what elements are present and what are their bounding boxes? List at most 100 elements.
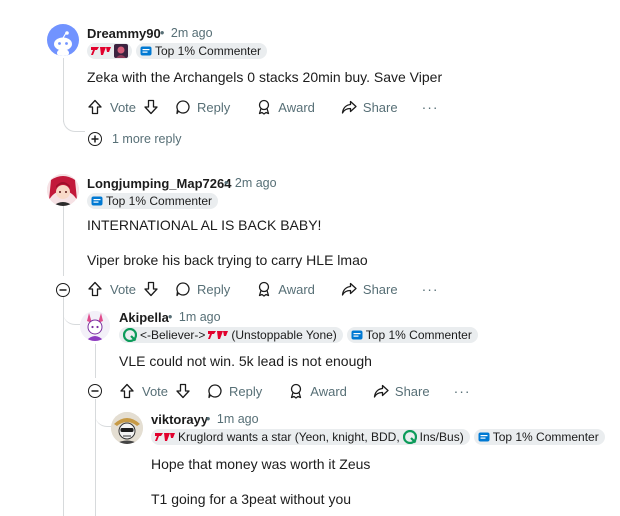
expand-icon — [88, 132, 102, 146]
top-commenter-icon — [91, 196, 103, 206]
top-commenter-flair: Top 1% Commenter — [346, 327, 478, 343]
flair-row: Top 1% Commenter — [87, 43, 268, 59]
award-icon — [259, 281, 270, 297]
user-flair — [87, 43, 132, 59]
vote-label: Vote — [142, 383, 169, 399]
award-label: Award — [278, 281, 315, 297]
separator-dot: • — [206, 412, 211, 426]
reply-label: Reply — [197, 99, 231, 115]
award-icon — [259, 99, 270, 115]
avatar[interactable] — [47, 174, 79, 206]
champion-portrait-icon — [114, 44, 128, 58]
comment-username[interactable]: Longjumping_Map7264 — [87, 176, 231, 191]
reply-icon — [208, 384, 222, 399]
upvote-icon[interactable] — [87, 281, 103, 297]
comment-actions: Vote Reply Award Share ··· — [87, 97, 439, 117]
top-commenter-label: Top 1% Commenter — [106, 194, 213, 208]
award-icon — [291, 383, 302, 399]
upvote-icon[interactable] — [119, 383, 135, 399]
top-commenter-icon — [140, 46, 152, 56]
comment-username[interactable]: Akipella — [119, 310, 169, 325]
more-replies-link[interactable]: 1 more reply — [88, 132, 181, 146]
more-options-button[interactable]: ··· — [422, 99, 439, 115]
share-button[interactable]: Share — [373, 383, 430, 399]
share-icon — [373, 384, 389, 398]
comment-body-line-1: Hope that money was worth it Zeus — [151, 456, 371, 472]
collapse-thread-button[interactable] — [56, 283, 70, 297]
snoo-avatar-icon — [54, 31, 72, 56]
downvote-icon[interactable] — [143, 281, 159, 297]
comment-username[interactable]: Dreammy90 — [87, 26, 161, 41]
comment-time: 2m ago — [170, 26, 213, 40]
user-avatar-icon — [47, 174, 79, 206]
avatar[interactable] — [80, 311, 110, 341]
downvote-icon[interactable] — [143, 99, 159, 115]
avatar[interactable] — [47, 24, 79, 56]
t1-logo-icon — [208, 331, 229, 339]
comment-time: 2m ago — [234, 176, 277, 190]
more-options-button[interactable]: ··· — [454, 383, 471, 399]
upvote-icon[interactable] — [87, 99, 103, 115]
reply-label: Reply — [229, 383, 263, 399]
t1-logo-icon — [155, 433, 175, 441]
flair-row: Kruglord wants a star (Yeon, knight, BDD… — [151, 429, 605, 445]
comment-body-line-1: INTERNATIONAL AL IS BACK BABY! — [87, 217, 322, 233]
reply-button[interactable]: Reply — [175, 281, 230, 297]
user-flair-text-2: (Unstoppable Yone) — [231, 328, 337, 342]
reply-button[interactable]: Reply — [207, 383, 262, 399]
award-button[interactable]: Award — [256, 99, 315, 115]
thread-line-1 — [63, 58, 64, 122]
downvote-icon[interactable] — [175, 383, 191, 399]
vote-group: Vote — [87, 281, 159, 297]
flair-row: <-Believer-> (Unstoppable Yone) Top 1% C… — [119, 327, 478, 343]
award-button[interactable]: Award — [288, 383, 347, 399]
award-button[interactable]: Award — [256, 281, 315, 297]
more-options-button[interactable]: ··· — [422, 281, 439, 297]
avatar[interactable] — [111, 412, 143, 444]
comment-time: 1m ago — [178, 310, 221, 324]
comment-username[interactable]: viktorayy — [151, 412, 208, 427]
top-commenter-label: Top 1% Commenter — [155, 44, 262, 58]
top-commenter-label: Top 1% Commenter — [492, 430, 599, 444]
reply-button[interactable]: Reply — [175, 99, 230, 115]
vote-label: Vote — [110, 281, 137, 297]
comment-meta: • 1m ago — [168, 310, 221, 324]
top-commenter-label: Top 1% Commenter — [365, 328, 472, 342]
collapse-thread-button[interactable] — [88, 384, 102, 398]
thread-line-2b — [63, 297, 64, 516]
reply-label: Reply — [197, 281, 231, 297]
share-button[interactable]: Share — [341, 99, 398, 115]
share-label: Share — [394, 383, 430, 399]
user-flair: Kruglord wants a star (Yeon, knight, BDD… — [151, 429, 470, 445]
separator-dot: • — [160, 26, 165, 40]
reply-icon — [176, 100, 190, 115]
vote-group: Vote — [87, 99, 159, 115]
award-label: Award — [278, 99, 315, 115]
award-label: Award — [310, 383, 347, 399]
reply-icon — [176, 282, 190, 297]
comment-meta: • 2m ago — [224, 176, 277, 190]
comment-body-line-2: Viper broke his back trying to carry HLE… — [87, 252, 368, 268]
user-avatar-icon — [80, 311, 110, 341]
comment-actions: Vote Reply Award Share ··· — [87, 279, 439, 299]
comment-body: Zeka with the Archangels 0 stacks 20min … — [87, 69, 443, 85]
comment-meta: • 2m ago — [160, 26, 213, 40]
comment-meta: • 1m ago — [206, 412, 259, 426]
more-replies-label: 1 more reply — [112, 132, 182, 146]
t1-logo-icon — [91, 47, 111, 55]
user-flair-text: Kruglord wants a star (Yeon, knight, BDD… — [178, 430, 400, 444]
separator-dot: • — [224, 176, 229, 190]
comment-actions: Vote Reply Award Share ··· — [119, 381, 471, 401]
thread-curve-1 — [63, 118, 85, 132]
collapse-icon — [91, 390, 99, 392]
user-flair: <-Believer-> (Unstoppable Yone) — [119, 327, 343, 343]
separator-dot: • — [168, 310, 173, 324]
top-commenter-flair: Top 1% Commenter — [136, 43, 268, 59]
user-avatar-icon — [111, 412, 143, 444]
share-label: Share — [362, 99, 398, 115]
vote-label: Vote — [110, 99, 137, 115]
thread-line-2 — [63, 206, 64, 276]
share-button[interactable]: Share — [341, 281, 398, 297]
user-flair-text-2: Ins/Bus) — [419, 430, 464, 444]
comment-time: 1m ago — [216, 412, 259, 426]
